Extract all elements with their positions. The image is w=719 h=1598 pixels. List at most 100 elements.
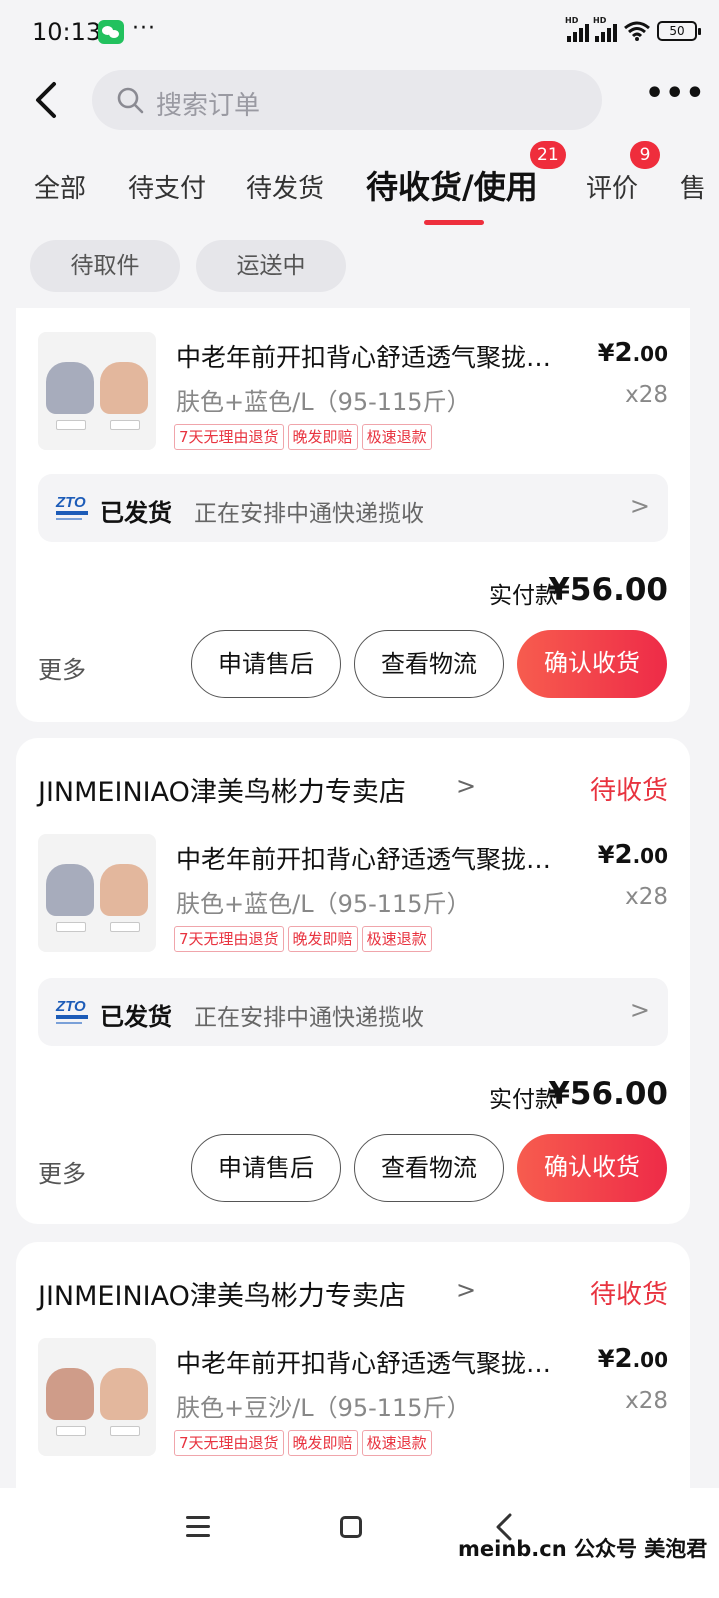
- service-tags: 7天无理由退货 晚发即赔 极速退款: [174, 424, 432, 450]
- chevron-right-icon: >: [629, 492, 650, 520]
- color-swatch-label: [56, 420, 86, 430]
- shop-name[interactable]: JINMEINIAO津美鸟彬力专卖店: [38, 770, 406, 809]
- tab-pending-payment[interactable]: 待支付: [128, 168, 206, 205]
- service-tag: 晚发即赔: [287, 424, 358, 450]
- service-tags: 7天无理由退货 晚发即赔 极速退款: [174, 926, 432, 952]
- service-tag: 7天无理由退货: [174, 926, 284, 952]
- status-time: 10:13: [32, 18, 102, 46]
- filter-chip-pickup[interactable]: 待取件: [30, 240, 180, 292]
- header: 搜索订单 •••: [0, 64, 719, 140]
- bra-image-blue: [46, 864, 94, 916]
- bra-image-skin: [100, 864, 148, 916]
- service-tag: 晚发即赔: [287, 1430, 358, 1456]
- svg-text:ZTO: ZTO: [55, 998, 86, 1015]
- service-tag: 极速退款: [361, 424, 432, 450]
- status-indicators: HD HD 50: [565, 16, 701, 42]
- filter-chip-in-transit[interactable]: 运送中: [196, 240, 346, 292]
- color-swatch-label: [56, 922, 86, 932]
- service-tag: 7天无理由退货: [174, 1430, 284, 1456]
- logistics-row[interactable]: ZTO 已发货 正在安排中通快递揽收 >: [38, 978, 668, 1046]
- more-button[interactable]: 更多: [38, 1154, 86, 1189]
- track-logistics-button[interactable]: 查看物流: [354, 1134, 504, 1202]
- order-card[interactable]: JINMEINIAO津美鸟彬力专卖店 > 待收货 中老年前开扣背心舒适透气聚拢……: [16, 1242, 690, 1502]
- search-placeholder: 搜索订单: [156, 91, 261, 121]
- wechat-notification-icon: [98, 20, 124, 44]
- chevron-right-icon: >: [456, 772, 477, 800]
- shipping-status: 已发货: [100, 1003, 172, 1031]
- search-input[interactable]: 搜索订单: [92, 70, 602, 130]
- service-tag: 极速退款: [361, 926, 432, 952]
- order-card[interactable]: 中老年前开扣背心舒适透气聚拢… ¥2.00 肤色+蓝色/L（95-115斤） x…: [16, 308, 690, 722]
- wifi-icon: [624, 21, 650, 41]
- tab-pending-receipt[interactable]: 待收货/使用: [366, 162, 538, 208]
- product-title[interactable]: 中老年前开扣背心舒适透气聚拢…: [176, 1344, 576, 1380]
- tab-all[interactable]: 全部: [34, 168, 86, 205]
- service-tag: 极速退款: [361, 1430, 432, 1456]
- back-arrow-icon[interactable]: [28, 78, 68, 122]
- color-swatch-label: [110, 420, 140, 430]
- order-card[interactable]: JINMEINIAO津美鸟彬力专卖店 > 待收货 中老年前开扣背心舒适透气聚拢……: [16, 738, 690, 1224]
- paid-amount: ¥56.00: [548, 1076, 668, 1112]
- product-title[interactable]: 中老年前开扣背心舒适透气聚拢…: [176, 338, 576, 374]
- color-swatch-label: [56, 1426, 86, 1436]
- zto-logo-icon: ZTO: [55, 998, 88, 1024]
- product-spec: 肤色+蓝色/L（95-115斤）: [176, 890, 471, 918]
- bra-image-blue: [46, 362, 94, 414]
- shipping-desc: 正在安排中通快递揽收: [194, 501, 424, 527]
- product-qty: x28: [625, 1388, 668, 1414]
- product-price: ¥2.00: [597, 1344, 668, 1374]
- track-logistics-button[interactable]: 查看物流: [354, 630, 504, 698]
- more-button[interactable]: 更多: [38, 650, 86, 685]
- chevron-right-icon: >: [456, 1276, 477, 1304]
- color-swatch-label: [110, 922, 140, 932]
- product-qty: x28: [625, 884, 668, 910]
- product-price: ¥2.00: [597, 840, 668, 870]
- zto-logo-icon: ZTO: [55, 494, 88, 520]
- product-thumbnail[interactable]: [38, 332, 156, 450]
- after-sale-button[interactable]: 申请售后: [191, 630, 341, 698]
- logistics-row[interactable]: ZTO 已发货 正在安排中通快递揽收 >: [38, 474, 668, 542]
- product-price: ¥2.00: [597, 338, 668, 368]
- shop-name[interactable]: JINMEINIAO津美鸟彬力专卖店: [38, 1274, 406, 1313]
- tab-after-sale[interactable]: 售: [680, 168, 706, 205]
- search-icon: [117, 87, 144, 114]
- watermark: meinb.cn 公众号 美泡君: [458, 1537, 708, 1561]
- after-sale-button[interactable]: 申请售后: [191, 1134, 341, 1202]
- status-bar: 10:13 ··· HD HD 50: [0, 0, 719, 64]
- bra-image-skin: [100, 1368, 148, 1420]
- confirm-receipt-button[interactable]: 确认收货: [517, 630, 667, 698]
- order-status: 待收货: [589, 1280, 668, 1310]
- product-spec: 肤色+蓝色/L（95-115斤）: [176, 388, 471, 416]
- confirm-receipt-button[interactable]: 确认收货: [517, 1134, 667, 1202]
- order-tabs: 全部 待支付 待发货 待收货/使用 21 评价 9 售: [0, 140, 719, 232]
- battery-icon: 50: [657, 21, 701, 41]
- signal-icon: HD: [565, 16, 589, 42]
- product-thumbnail[interactable]: [38, 1338, 156, 1456]
- signal-icon-2: HD: [593, 16, 617, 42]
- paid-amount: ¥56.00: [548, 572, 668, 608]
- product-spec: 肤色+豆沙/L（95-115斤）: [176, 1394, 471, 1422]
- shipping-desc: 正在安排中通快递揽收: [194, 1005, 424, 1031]
- product-qty: x28: [625, 382, 668, 408]
- chevron-right-icon: >: [629, 996, 650, 1024]
- more-dots-icon[interactable]: •••: [645, 79, 705, 114]
- tab-pending-shipment[interactable]: 待发货: [246, 168, 324, 205]
- service-tag: 晚发即赔: [287, 926, 358, 952]
- bra-image-skin: [100, 362, 148, 414]
- color-swatch-label: [110, 1426, 140, 1436]
- active-tab-indicator: [424, 220, 484, 225]
- svg-text:ZTO: ZTO: [55, 494, 86, 511]
- home-icon[interactable]: [340, 1516, 362, 1538]
- menu-icon[interactable]: [186, 1516, 210, 1538]
- service-tag: 7天无理由退货: [174, 424, 284, 450]
- shipping-status: 已发货: [100, 499, 172, 527]
- bra-image-bean: [46, 1368, 94, 1420]
- product-title[interactable]: 中老年前开扣背心舒适透气聚拢…: [176, 840, 576, 876]
- product-thumbnail[interactable]: [38, 834, 156, 952]
- pending-receipt-badge: 21: [530, 141, 566, 169]
- tab-review[interactable]: 评价: [586, 168, 638, 205]
- review-badge: 9: [630, 141, 660, 169]
- order-status: 待收货: [589, 776, 668, 806]
- service-tags: 7天无理由退货 晚发即赔 极速退款: [174, 1430, 432, 1456]
- more-notifications-icon: ···: [132, 16, 156, 41]
